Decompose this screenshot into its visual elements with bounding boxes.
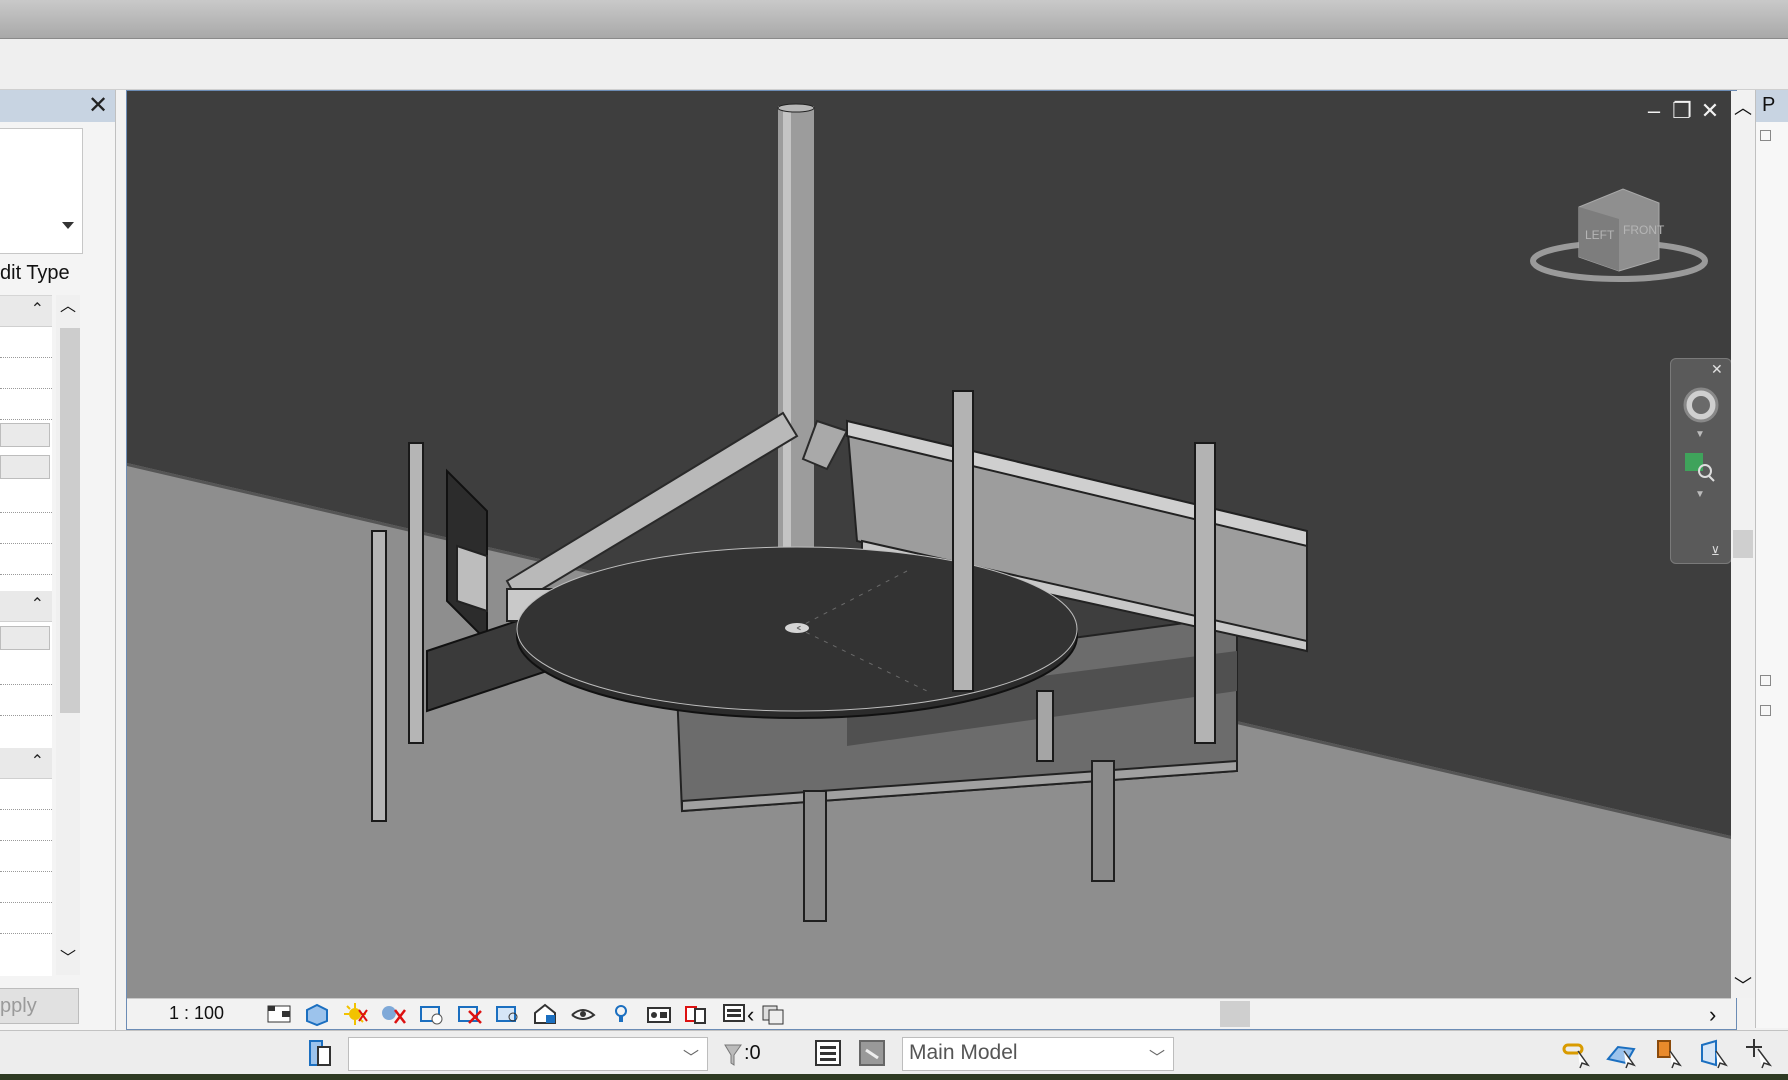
chevron-down-icon[interactable]: ▼	[1695, 429, 1705, 440]
close-icon[interactable]: ✕	[1711, 361, 1723, 378]
chevron-down-icon	[62, 222, 74, 229]
close-icon[interactable]: ✕	[86, 92, 110, 120]
type-selector[interactable]	[0, 128, 83, 254]
property-row[interactable]	[0, 903, 52, 934]
view-control-icons	[265, 1001, 787, 1027]
show-rendering-icon[interactable]	[417, 1001, 445, 1027]
view-cube-left: LEFT	[1585, 228, 1615, 242]
selection-toggles	[1560, 1037, 1776, 1069]
unlock-3d-view-icon[interactable]	[531, 1001, 559, 1027]
scroll-down-icon[interactable]: ﹀	[56, 948, 80, 970]
selection-count: :0	[722, 1037, 782, 1069]
scroll-left-icon[interactable]: ‹	[747, 1002, 754, 1028]
tree-toggle-icon[interactable]	[1760, 705, 1771, 716]
close-icon[interactable]: ✕	[1698, 98, 1722, 124]
select-pinned-icon[interactable]	[1652, 1037, 1684, 1069]
tree-toggle-icon[interactable]	[1760, 130, 1771, 141]
scroll-thumb[interactable]	[60, 328, 80, 713]
view-control-bar: 1 : 100 ‹ ›	[127, 998, 1731, 1029]
taskbar-strip	[0, 1074, 1788, 1080]
property-row[interactable]	[0, 810, 52, 841]
properties-panel: ✕ dit Type ⌃ ⌃ ⌃ ︿ ﹀ pply	[0, 90, 116, 1030]
select-links-icon[interactable]	[1560, 1037, 1592, 1069]
model-3d-render: LEFT FRONT	[127, 103, 1731, 998]
scroll-up-icon[interactable]: ︿	[1731, 94, 1755, 118]
properties-header: ✕	[0, 90, 115, 122]
temporary-hide-isolate-icon[interactable]	[569, 1001, 597, 1027]
highlight-displacement-icon[interactable]	[683, 1001, 711, 1027]
shadows-icon[interactable]	[379, 1001, 407, 1027]
property-row[interactable]	[0, 327, 52, 358]
property-row[interactable]	[0, 482, 52, 513]
scroll-right-icon[interactable]: ›	[1709, 1002, 1716, 1028]
collapse-icon: ⌃	[30, 753, 44, 770]
reveal-hidden-icon[interactable]	[607, 1001, 635, 1027]
zoom-icon[interactable]	[1683, 451, 1717, 483]
options-icon[interactable]: ⊻	[1711, 544, 1720, 558]
group-header[interactable]: ⌃	[0, 296, 52, 327]
chevron-down-icon: ﹀	[682, 1050, 699, 1067]
navigation-bar: ✕ ▼ ▼ ⊻	[1670, 358, 1732, 564]
scroll-down-icon[interactable]: ﹀	[1731, 972, 1755, 996]
view-window-controls: ‒ ❐ ✕	[1638, 98, 1719, 124]
worksharing-display-icon[interactable]	[759, 1001, 787, 1027]
group-header[interactable]: ⌃	[0, 591, 52, 622]
scroll-thumb[interactable]	[1733, 530, 1753, 558]
select-by-face-icon[interactable]	[1698, 1037, 1730, 1069]
drag-on-selection-icon[interactable]	[1744, 1037, 1776, 1069]
collapse-icon: ⌃	[30, 301, 44, 318]
restore-icon[interactable]: ❐	[1670, 98, 1694, 124]
sun-path-icon[interactable]	[341, 1001, 369, 1027]
tree-toggle-icon[interactable]	[1760, 675, 1771, 686]
title-bar	[0, 0, 1788, 39]
horizontal-scroll-thumb[interactable]	[1220, 1001, 1250, 1027]
steering-wheel-icon[interactable]	[1681, 385, 1721, 425]
3d-viewport[interactable]: LEFT FRONT	[127, 91, 1731, 998]
property-row[interactable]	[0, 423, 50, 447]
chevron-down-icon: ﹀	[1148, 1050, 1165, 1067]
detail-level-icon[interactable]	[265, 1001, 293, 1027]
group-header[interactable]: ⌃	[0, 748, 52, 779]
project-browser-header: P	[1756, 90, 1788, 122]
crop-view-icon[interactable]	[455, 1001, 483, 1027]
worksets-icon[interactable]	[302, 1037, 336, 1069]
property-row[interactable]	[0, 685, 52, 716]
property-row[interactable]	[0, 455, 50, 479]
properties-grid: ⌃ ⌃ ⌃	[0, 295, 52, 976]
scroll-up-icon[interactable]: ︿	[56, 296, 80, 318]
reveal-constraints-icon[interactable]	[721, 1001, 749, 1027]
minimize-icon[interactable]: ‒	[1642, 98, 1666, 124]
ribbon	[0, 39, 1788, 90]
edit-type-button[interactable]: dit Type	[0, 262, 70, 285]
project-browser: P	[1755, 90, 1788, 1028]
property-row[interactable]	[0, 626, 50, 650]
editing-requests-icon[interactable]	[812, 1038, 846, 1068]
property-row[interactable]	[0, 872, 52, 903]
show-crop-region-icon[interactable]	[493, 1001, 521, 1027]
project-browser-title: P	[1762, 94, 1776, 116]
active-workset-value: Main Model	[909, 1041, 1018, 1064]
active-workset-combo[interactable]: Main Model ﹀	[902, 1037, 1174, 1071]
analytical-model-icon[interactable]	[645, 1001, 673, 1027]
property-row[interactable]	[0, 841, 52, 872]
workset-combo[interactable]: ﹀	[348, 1037, 708, 1071]
property-row[interactable]	[0, 513, 52, 544]
select-underlay-icon[interactable]	[1606, 1037, 1638, 1069]
view-cube-front: FRONT	[1623, 223, 1665, 237]
collapse-icon: ⌃	[30, 596, 44, 613]
view-scale[interactable]: 1 : 100	[169, 1003, 224, 1024]
visual-style-icon[interactable]	[303, 1001, 331, 1027]
chevron-down-icon[interactable]: ▼	[1695, 489, 1705, 500]
property-row[interactable]	[0, 389, 52, 420]
property-row[interactable]	[0, 358, 52, 389]
design-options-icon[interactable]	[856, 1038, 890, 1068]
property-row[interactable]	[0, 544, 52, 575]
status-bar: ﹀ :0 Main Model ﹀	[0, 1030, 1788, 1075]
property-row[interactable]	[0, 654, 52, 685]
property-row[interactable]	[0, 779, 52, 810]
filter-funnel-icon	[724, 1044, 742, 1066]
apply-button[interactable]: pply	[0, 988, 79, 1024]
selection-count-value: :0	[744, 1042, 761, 1064]
